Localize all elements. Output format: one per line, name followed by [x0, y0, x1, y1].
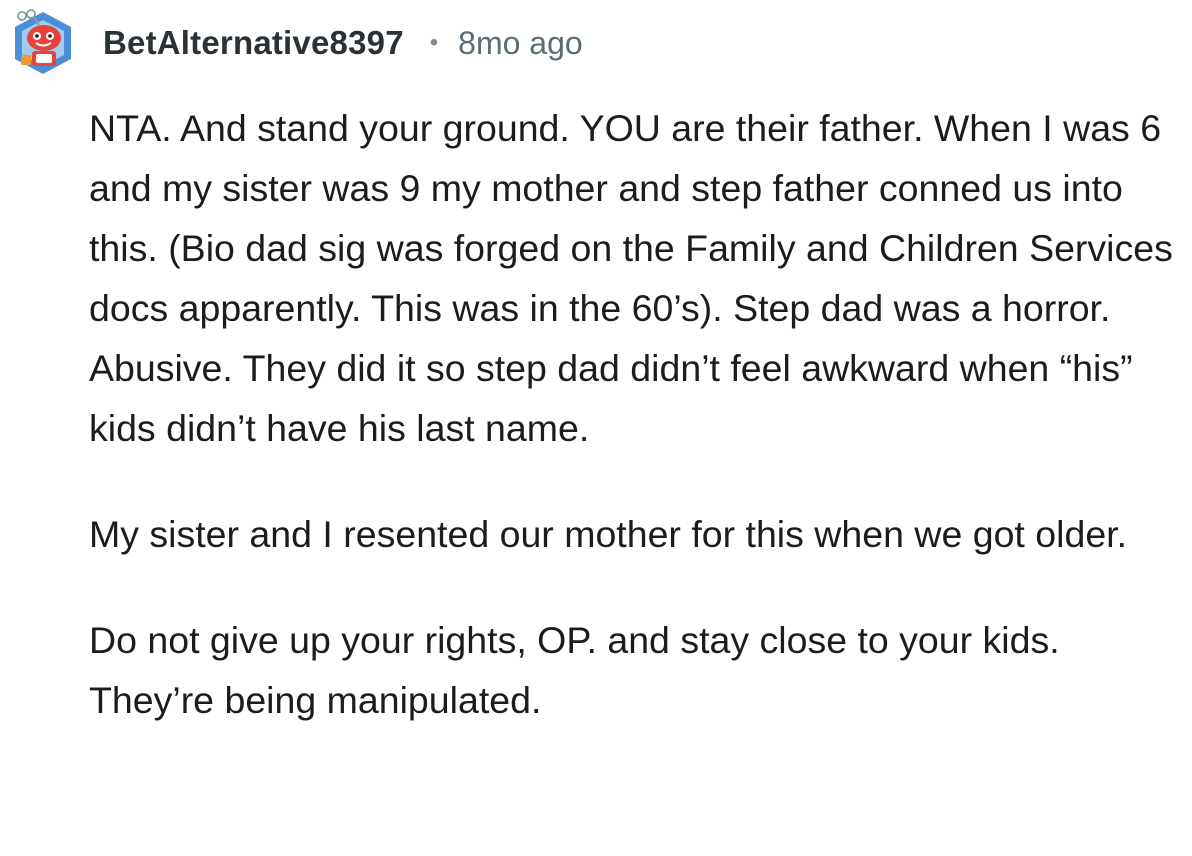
comment-paragraph: My sister and I resented our mother for …	[89, 513, 1128, 555]
meta-separator: •	[429, 29, 439, 56]
snoo-avatar-icon[interactable]	[8, 8, 78, 78]
comment-paragraph: Do not give up your rights, OP. and stay…	[89, 619, 1060, 721]
comment-body: NTA. And stand your ground. YOU are thei…	[89, 98, 1184, 730]
comment-timestamp[interactable]: 8mo ago	[458, 25, 583, 62]
username[interactable]: BetAlternative8397	[103, 24, 404, 62]
comment: BetAlternative8397 • 8mo ago NTA. And st…	[0, 0, 1192, 856]
comment-header: BetAlternative8397 • 8mo ago	[8, 8, 583, 78]
comment-paragraph: NTA. And stand your ground. YOU are thei…	[89, 107, 1173, 449]
